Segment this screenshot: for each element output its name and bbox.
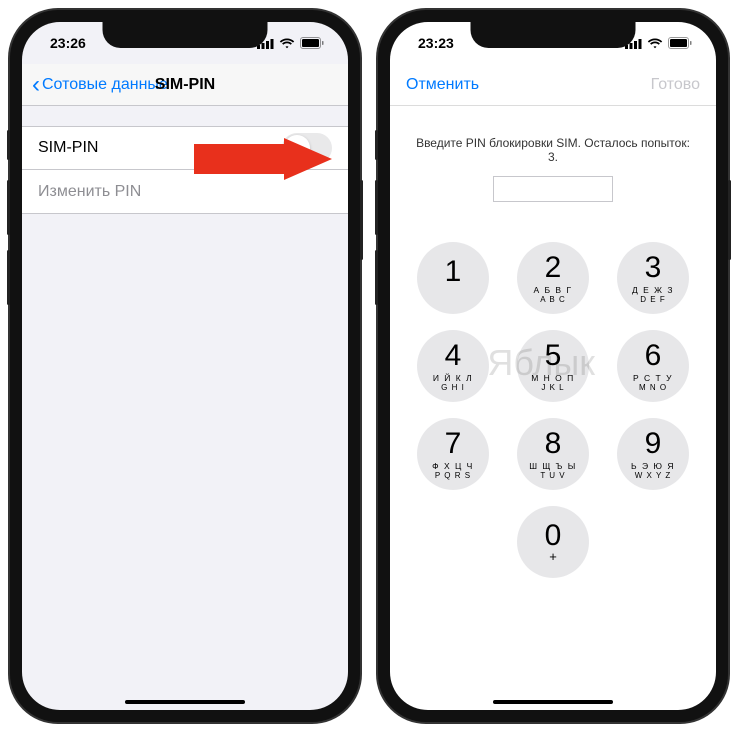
key-5[interactable]: 5М Н О ПJ K L bbox=[517, 330, 589, 402]
phone-frame-right: 23:23 Отменить Готово Введите PIN блокир… bbox=[378, 10, 728, 722]
nav-title: SIM-PIN bbox=[155, 76, 215, 94]
nav-bar: Отменить Готово bbox=[390, 64, 716, 106]
cancel-button[interactable]: Отменить bbox=[406, 76, 479, 94]
nav-bar: ‹ Сотовые данные SIM-PIN bbox=[22, 64, 348, 106]
back-label: Сотовые данные bbox=[42, 76, 168, 94]
key-7[interactable]: 7Ф Х Ц ЧP Q R S bbox=[417, 418, 489, 490]
keypad: 1 2А Б В ГA B C 3Д Е Ж ЗD E F 4И Й К ЛG … bbox=[390, 242, 716, 578]
wifi-icon bbox=[647, 38, 663, 49]
key-1[interactable]: 1 bbox=[417, 242, 489, 314]
notch bbox=[471, 22, 636, 48]
pin-input[interactable] bbox=[493, 176, 613, 202]
wifi-icon bbox=[279, 38, 295, 49]
annotation-arrow bbox=[194, 138, 334, 185]
row-label: SIM-PIN bbox=[38, 139, 98, 157]
screen-left: 23:26 ‹ Сотовые данные SIM-PIN SIM-PIN bbox=[22, 22, 348, 710]
home-indicator[interactable] bbox=[493, 700, 613, 704]
chevron-left-icon: ‹ bbox=[32, 73, 40, 97]
key-8[interactable]: 8Ш Щ Ъ ЫT U V bbox=[517, 418, 589, 490]
key-3[interactable]: 3Д Е Ж ЗD E F bbox=[617, 242, 689, 314]
phone-frame-left: 23:26 ‹ Сотовые данные SIM-PIN SIM-PIN bbox=[10, 10, 360, 722]
home-indicator[interactable] bbox=[125, 700, 245, 704]
status-time: 23:23 bbox=[418, 35, 454, 51]
key-0[interactable]: 0+ bbox=[517, 506, 589, 578]
key-6[interactable]: 6Р С Т УM N O bbox=[617, 330, 689, 402]
back-button[interactable]: ‹ Сотовые данные bbox=[32, 73, 168, 97]
screen-right: 23:23 Отменить Готово Введите PIN блокир… bbox=[390, 22, 716, 710]
status-time: 23:26 bbox=[50, 35, 86, 51]
key-2[interactable]: 2А Б В ГA B C bbox=[517, 242, 589, 314]
key-4[interactable]: 4И Й К ЛG H I bbox=[417, 330, 489, 402]
notch bbox=[103, 22, 268, 48]
row-label: Изменить PIN bbox=[38, 183, 141, 201]
battery-icon bbox=[668, 37, 692, 49]
instruction-text: Введите PIN блокировки SIM. Осталось поп… bbox=[390, 106, 716, 176]
battery-icon bbox=[300, 37, 324, 49]
done-button[interactable]: Готово bbox=[651, 76, 700, 94]
key-9[interactable]: 9Ь Э Ю ЯW X Y Z bbox=[617, 418, 689, 490]
